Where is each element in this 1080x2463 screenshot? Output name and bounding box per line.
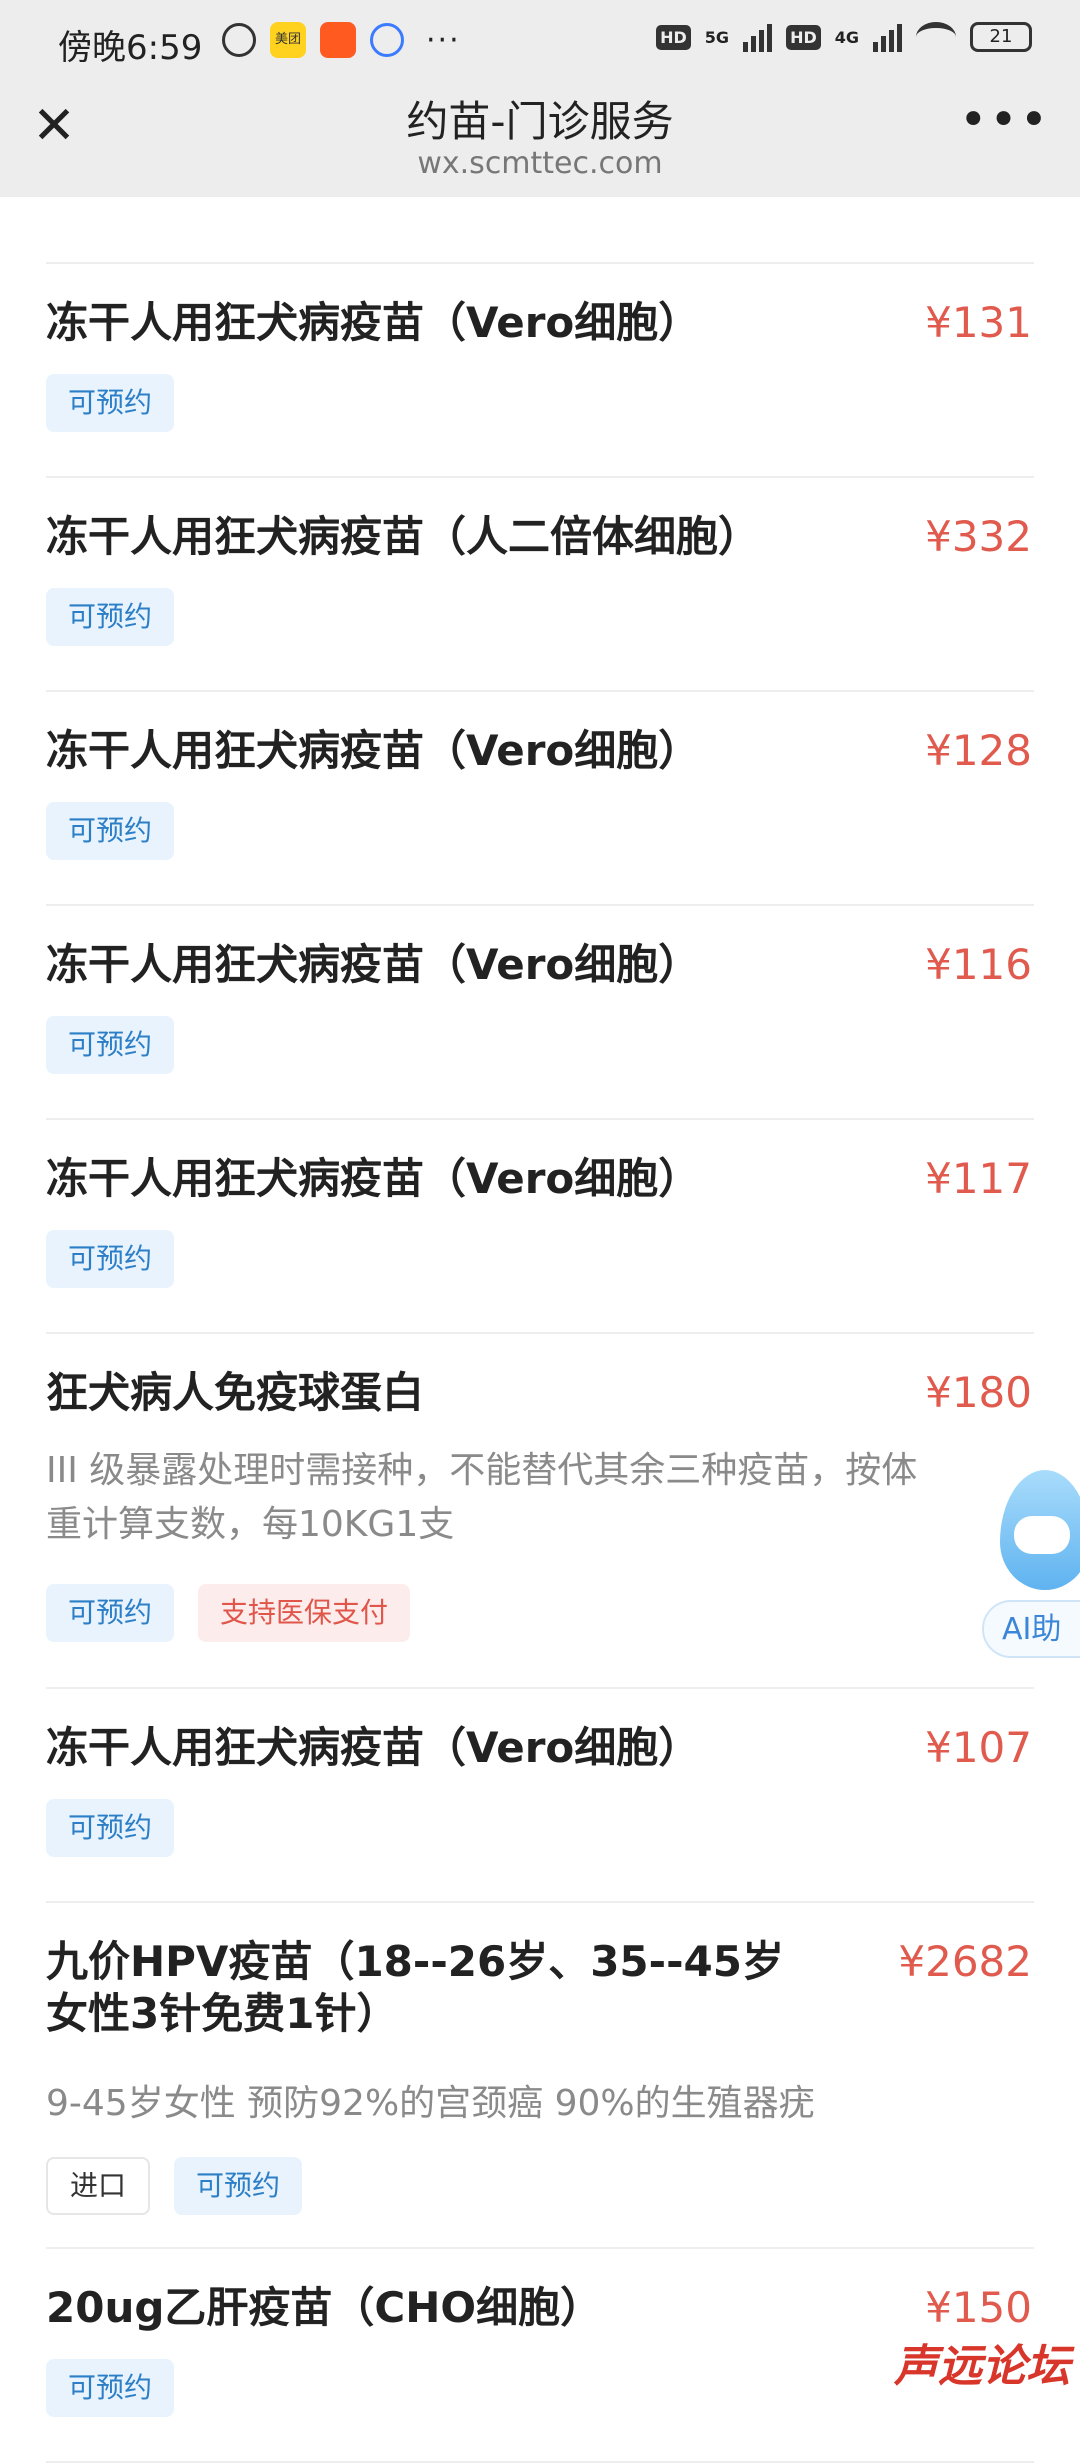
- vaccine-price: ¥107: [925, 1723, 1032, 1772]
- hd-icon: HD: [656, 24, 691, 50]
- vaccine-description-line1: III 级暴露处理时需接种，不能替代其余三种疫苗，按体: [46, 1450, 918, 1491]
- signal-icon: [743, 22, 773, 52]
- tag-bookable: 可预约: [46, 1016, 175, 1074]
- tag-bookable: 可预约: [46, 1230, 175, 1288]
- tag-bookable: 可预约: [174, 2157, 303, 2215]
- network-4g-label: 4G: [834, 27, 859, 47]
- wifi-icon: [916, 22, 956, 52]
- chat-app-icon: [370, 23, 404, 57]
- status-right: HD 5G HD 4G 21: [656, 22, 1032, 52]
- nav-bar: ✕ 约苗-门诊服务 wx.scmttec.com •••: [0, 80, 1080, 197]
- status-bar: 傍晚6:59 美团 ··· HD 5G HD 4G 21: [0, 0, 1080, 80]
- page-title: 约苗-门诊服务: [406, 97, 674, 146]
- tag-bookable: 可预约: [46, 588, 175, 646]
- signal-icon-2: [873, 22, 902, 52]
- taobao-app-icon: [320, 22, 356, 58]
- tag-bookable: 可预约: [46, 1799, 175, 1857]
- vaccine-item[interactable]: 冻干人用狂犬病疫苗（Vero细胞） ¥128 可预约: [46, 692, 1034, 906]
- tag-medical-insurance: 支持医保支付: [198, 1584, 411, 1642]
- vaccine-price: ¥117: [925, 1154, 1032, 1203]
- vaccine-name: 冻干人用狂犬病疫苗（Vero细胞）: [46, 726, 701, 775]
- alarm-icon: [222, 23, 256, 57]
- vaccine-name-line2: 女性3针免费1针）: [46, 1989, 399, 2038]
- vaccine-description: 9-45岁女性 预防92%的宫颈癌 90%的生殖器疣: [46, 2083, 815, 2124]
- watermark-logo: 声远论坛: [894, 2341, 1070, 2392]
- vaccine-name: 冻干人用狂犬病疫苗（Vero细胞）: [46, 1723, 701, 1772]
- vaccine-price: ¥128: [925, 726, 1032, 775]
- network-5g-label: 5G: [704, 27, 730, 47]
- vaccine-price: ¥131: [925, 298, 1032, 347]
- vaccine-price: ¥150: [925, 2283, 1032, 2332]
- meituan-app-icon: 美团: [270, 22, 306, 58]
- hd-icon-2: HD: [786, 24, 821, 50]
- vaccine-description-line2: 重计算支数，每10KG1支: [46, 1504, 455, 1545]
- ai-helper[interactable]: AI助: [970, 1470, 1080, 1670]
- vaccine-item[interactable]: 冻干人用狂犬病疫苗（Vero细胞） ¥117 可预约: [46, 1120, 1034, 1334]
- vaccine-item[interactable]: 冻干人用狂犬病疫苗（Vero细胞） ¥107 可预约: [46, 1689, 1034, 1903]
- tag-bookable: 可预约: [46, 374, 175, 432]
- vaccine-name-line1: 九价HPV疫苗（18--26岁、35--45岁: [46, 1937, 784, 1986]
- vaccine-name: 冻干人用狂犬病疫苗（Vero细胞）: [46, 298, 701, 347]
- vaccine-item[interactable]: 冻干人用狂犬病疫苗（人二倍体细胞） ¥332 可预约: [46, 478, 1034, 692]
- vaccine-name: 20ug乙肝疫苗（CHO细胞）: [46, 2283, 603, 2332]
- vaccine-price: ¥2682: [898, 1937, 1032, 1986]
- vaccine-price: ¥332: [925, 512, 1032, 561]
- tag-imported: 进口: [46, 2157, 151, 2215]
- vaccine-name: 狂犬病人免疫球蛋白: [46, 1368, 425, 1417]
- vaccine-list: 冻干人用狂犬病疫苗（Vero细胞） ¥131 可预约 冻干人用狂犬病疫苗（人二倍…: [0, 150, 1080, 2463]
- vaccine-price: ¥116: [925, 940, 1032, 989]
- vaccine-item[interactable]: 20ug乙肝疫苗（CHO细胞） ¥150 可预约: [46, 2249, 1034, 2463]
- tag-bookable: 可预约: [46, 1584, 175, 1642]
- battery-icon: 21: [970, 22, 1032, 52]
- tag-bookable: 可预约: [46, 802, 175, 860]
- vaccine-item[interactable]: 冻干人用狂犬病疫苗（Vero细胞） ¥116 可预约: [46, 906, 1034, 1120]
- more-notifications-icon: ···: [426, 22, 461, 58]
- vaccine-item[interactable]: 九价HPV疫苗（18--26岁、35--45岁 女性3针免费1针） ¥2682 …: [46, 1903, 1034, 2249]
- ai-mascot-icon: [1000, 1470, 1080, 1590]
- tag-bookable: 可预约: [46, 2359, 175, 2417]
- vaccine-price: ¥180: [925, 1368, 1032, 1417]
- notification-icons: 美团 ···: [222, 22, 461, 58]
- more-icon[interactable]: •••: [959, 96, 1050, 144]
- status-time: 傍晚6:59: [58, 28, 203, 68]
- vaccine-item[interactable]: 狂犬病人免疫球蛋白 ¥180 III 级暴露处理时需接种，不能替代其余三种疫苗，…: [46, 1334, 1034, 1689]
- top-bar: 傍晚6:59 美团 ··· HD 5G HD 4G 21 ✕ 约苗-门诊服务 w…: [0, 0, 1080, 197]
- vaccine-item[interactable]: 冻干人用狂犬病疫苗（Vero细胞） ¥131 可预约: [46, 264, 1034, 478]
- vaccine-name: 冻干人用狂犬病疫苗（人二倍体细胞）: [46, 512, 761, 561]
- ai-helper-button[interactable]: AI助: [982, 1600, 1080, 1658]
- vaccine-name: 冻干人用狂犬病疫苗（Vero细胞）: [46, 1154, 701, 1203]
- vaccine-name: 冻干人用狂犬病疫苗（Vero细胞）: [46, 940, 701, 989]
- page-domain: wx.scmttec.com: [417, 146, 663, 181]
